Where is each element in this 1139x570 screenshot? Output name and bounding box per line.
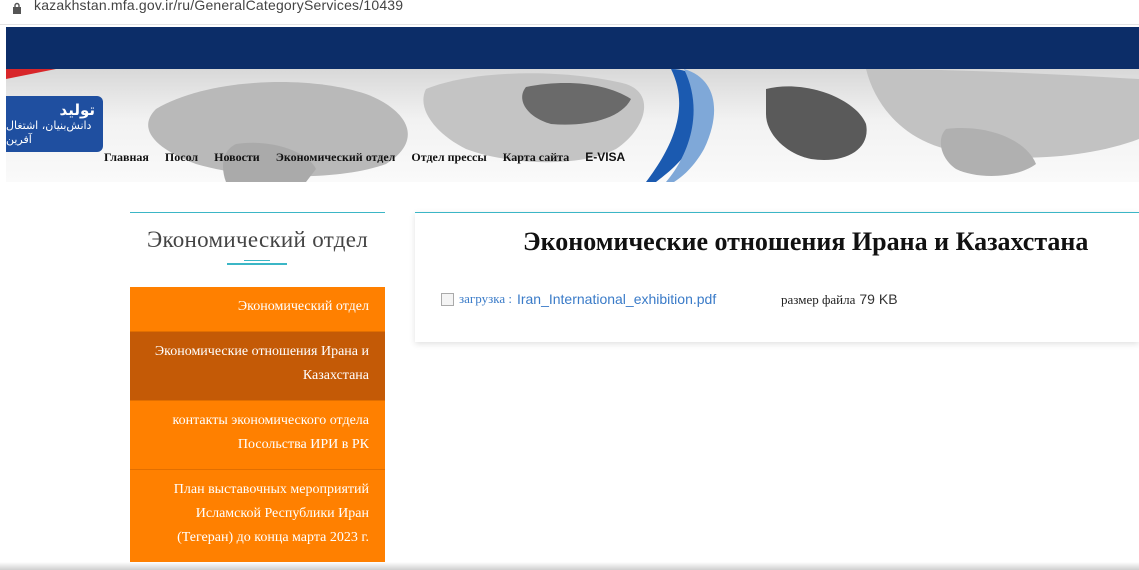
file-download-link[interactable]: загрузка : Iran_International_exhibition… bbox=[441, 291, 716, 307]
file-size-label: размер файла bbox=[781, 292, 856, 307]
page-bottom-edge bbox=[0, 562, 1139, 570]
logo-title: تولید bbox=[59, 101, 95, 119]
file-size: размер файла 79 KB bbox=[781, 291, 898, 308]
browser-address-bar[interactable]: kazakhstan.mfa.gov.ir/ru/GeneralCategory… bbox=[0, 0, 1139, 25]
nav-item-home[interactable]: Главная bbox=[104, 150, 149, 165]
title-underline-accent bbox=[244, 260, 270, 261]
content-panel: Экономические отношения Ирана и Казахста… bbox=[415, 212, 1139, 342]
lock-icon bbox=[13, 2, 21, 14]
sidebar-item-exhibition-plan[interactable]: План выставочных мероприятий Исламской Р… bbox=[130, 470, 385, 563]
title-underline bbox=[227, 263, 287, 265]
sidebar-menu: Экономический отдел Экономические отноше… bbox=[130, 287, 385, 563]
nav-item-economic-department[interactable]: Экономический отдел bbox=[276, 150, 396, 165]
site-logo[interactable]: تولید دانش‌بنیان، اشتغال آفرین bbox=[6, 96, 103, 152]
broken-image-icon bbox=[441, 292, 454, 306]
page-title: Экономические отношения Ирана и Казахста… bbox=[523, 227, 1089, 256]
nav-item-evisa[interactable]: E-VISA bbox=[585, 150, 625, 165]
nav-item-news[interactable]: Новости bbox=[214, 150, 260, 165]
world-map-graphic bbox=[6, 69, 1139, 182]
sidebar-title: Экономический отдел bbox=[146, 227, 369, 252]
header-banner bbox=[6, 69, 1139, 182]
logo-subtitle: دانش‌بنیان، اشتغال آفرین bbox=[6, 119, 92, 146]
url-text[interactable]: kazakhstan.mfa.gov.ir/ru/GeneralCategory… bbox=[34, 0, 403, 13]
file-size-value: 79 KB bbox=[859, 291, 898, 307]
sidebar-item-iran-kazakhstan-relations[interactable]: Экономические отношения Ирана и Казахста… bbox=[130, 332, 385, 401]
file-name-link[interactable]: Iran_International_exhibition.pdf bbox=[517, 291, 716, 307]
main-nav: Главная Посол Новости Экономический отде… bbox=[104, 150, 641, 165]
download-label[interactable]: загрузка : bbox=[459, 291, 512, 307]
nav-item-sitemap[interactable]: Карта сайта bbox=[503, 150, 570, 165]
nav-item-press-department[interactable]: Отдел прессы bbox=[411, 150, 486, 165]
sidebar-item-economic-department[interactable]: Экономический отдел bbox=[130, 287, 385, 332]
header-band bbox=[6, 27, 1139, 69]
nav-item-ambassador[interactable]: Посол bbox=[165, 150, 198, 165]
sidebar-header: Экономический отдел bbox=[130, 212, 385, 287]
sidebar-item-economic-department-contacts[interactable]: контакты экономического отдела Посольств… bbox=[130, 401, 385, 470]
